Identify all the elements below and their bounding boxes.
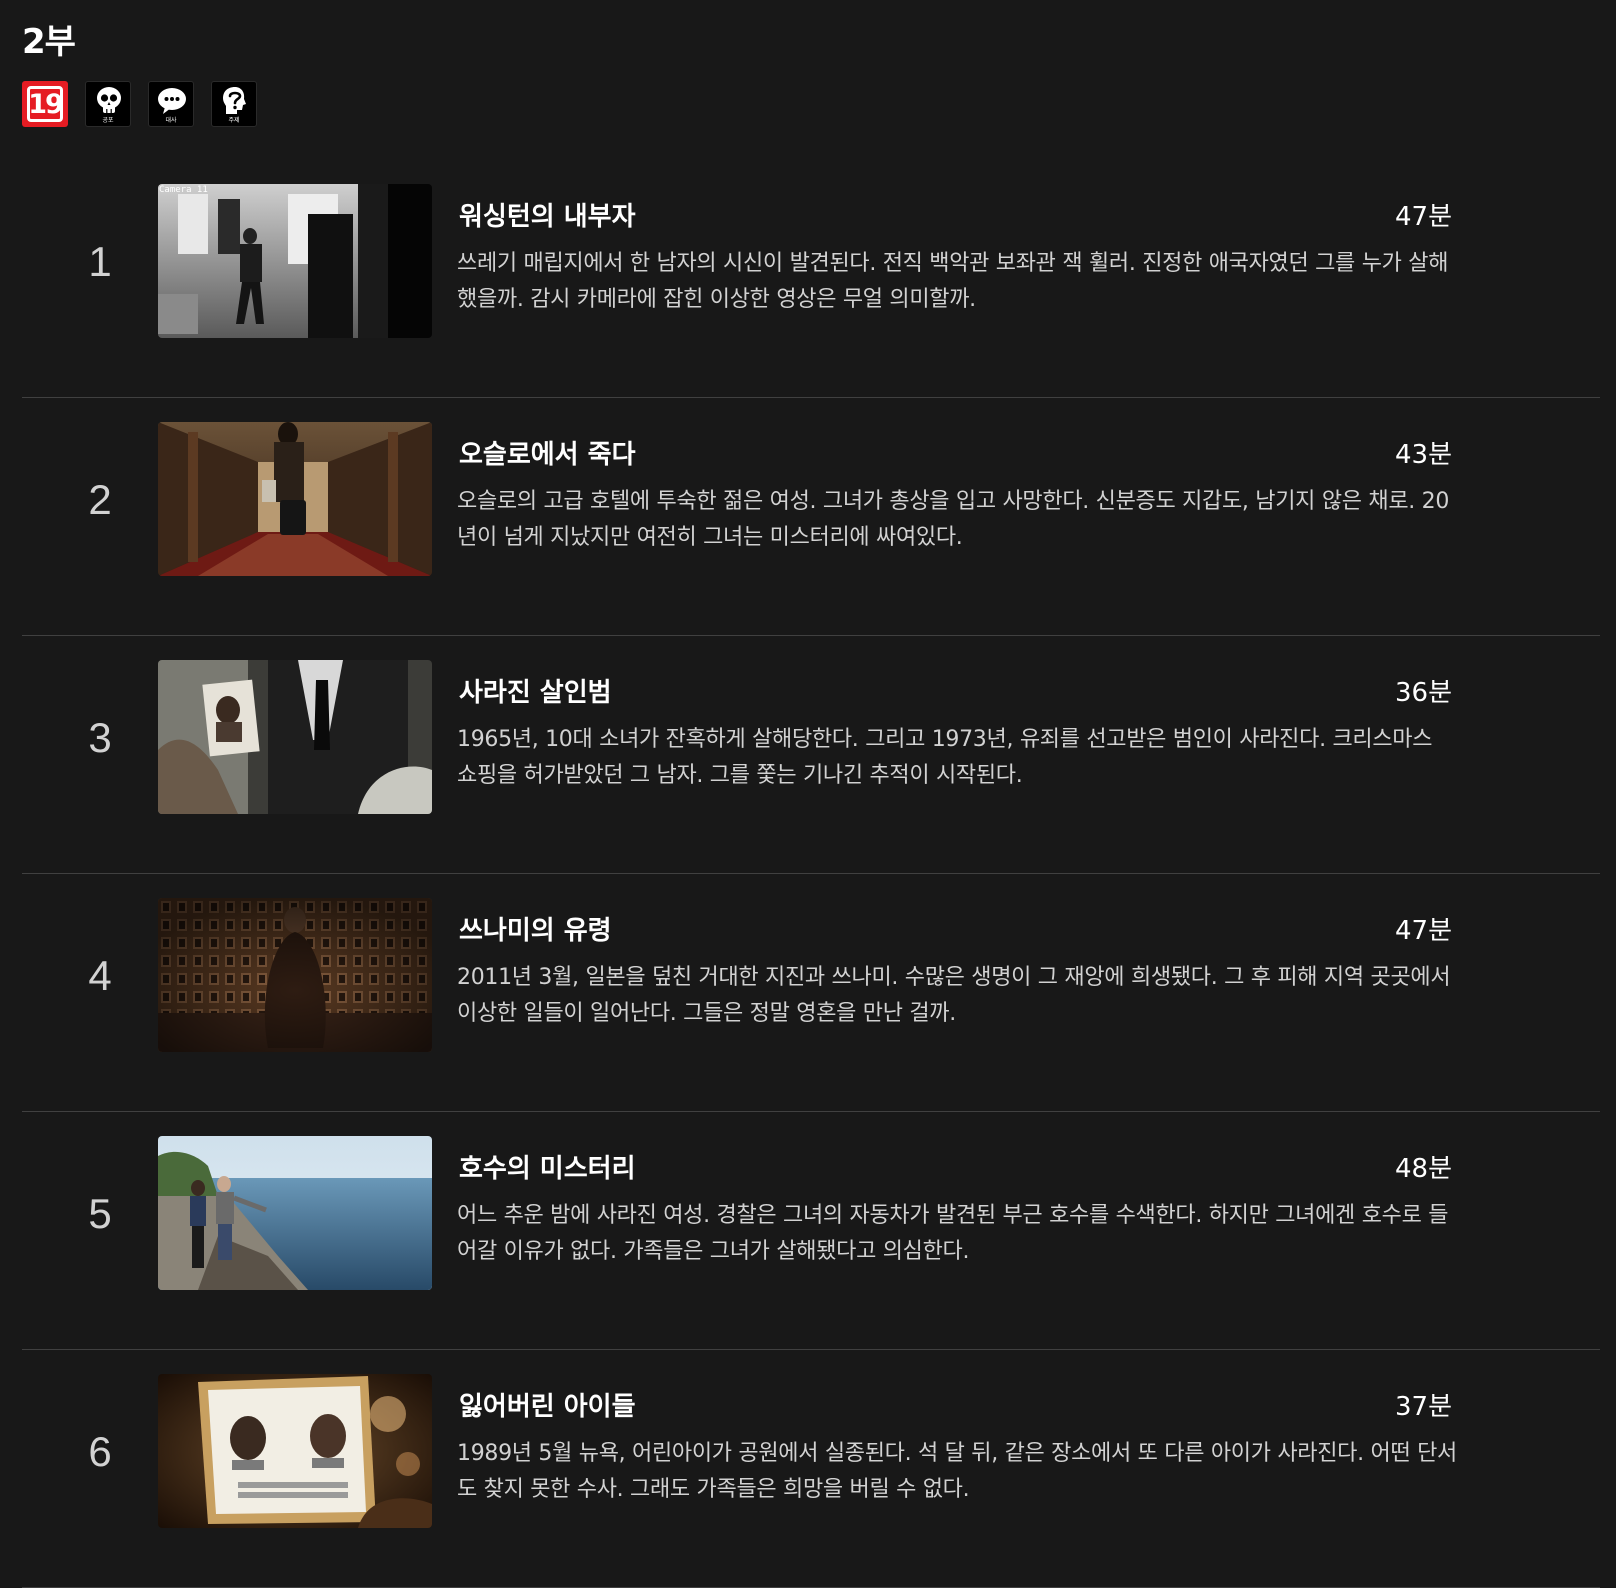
episode-thumbnail[interactable]: Camera 11 xyxy=(158,184,432,338)
episode-item[interactable]: 3 사라진 살인범 36분 1965년, 10대 소녀가 잔혹하게 살해당한다.… xyxy=(22,636,1600,874)
episode-item[interactable]: 6 잃어버린 아이들 37분 1989년 5월 뉴욕, 어린아이가 공원에서 실… xyxy=(22,1350,1600,1588)
maturity-badges: 19 공포 대사 주제 xyxy=(22,81,257,127)
episode-list: 1 Camera 11 워싱턴의 내부자 47분 쓰레기 매립지에서 한 남자의… xyxy=(22,160,1600,1588)
horror-caption: 공포 xyxy=(102,117,114,124)
question-head-icon xyxy=(223,87,246,114)
camera-overlay-label: Camera 11 xyxy=(159,185,208,195)
episode-duration: 47분 xyxy=(1394,916,1452,946)
episode-thumbnail[interactable] xyxy=(158,898,432,1052)
episode-synopsis: 1989년 5월 뉴욕, 어린아이가 공원에서 실종된다. 석 달 뒤, 같은 … xyxy=(457,1441,1457,1502)
speech-bubble-icon xyxy=(158,88,186,114)
episode-number: 2 xyxy=(88,476,112,523)
episode-duration: 48분 xyxy=(1394,1154,1452,1184)
episode-synopsis: 어느 추운 밤에 사라진 여성. 경찰은 그녀의 자동차가 발견된 부근 호수를… xyxy=(457,1203,1449,1264)
episode-title: 호수의 미스터리 xyxy=(459,1154,636,1184)
episode-title: 사라진 살인범 xyxy=(459,678,612,708)
episode-number: 3 xyxy=(88,714,112,761)
episode-item[interactable]: 2 오슬로에서 죽다 43분 오슬로의 고급 호텔에 투숙한 젊은 여성. 그녀… xyxy=(22,398,1600,636)
episode-number: 4 xyxy=(88,952,112,999)
episode-synopsis: 2011년 3월, 일본을 덮친 거대한 지진과 쓰나미. 수많은 생명이 그 … xyxy=(457,965,1451,1026)
episode-thumbnail[interactable] xyxy=(158,1136,432,1290)
episode-duration: 43분 xyxy=(1394,440,1452,470)
dialogue-caption: 대사 xyxy=(165,117,177,124)
episode-number: 5 xyxy=(88,1190,112,1237)
dialogue-content-badge: 대사 xyxy=(148,81,194,127)
episode-number: 1 xyxy=(88,238,112,285)
episode-synopsis: 1965년, 10대 소녀가 잔혹하게 살해당한다. 그리고 1973년, 유죄… xyxy=(457,727,1433,788)
episode-title: 오슬로에서 죽다 xyxy=(459,440,636,470)
episode-item[interactable]: 4 쓰나미의 유령 47분 2011년 3월, 일본을 덮친 거대한 지진과 쓰… xyxy=(22,874,1600,1112)
episode-synopsis: 쓰레기 매립지에서 한 남자의 시신이 발견된다. 전직 백악관 보좌관 잭 휠… xyxy=(457,251,1449,312)
skull-icon xyxy=(97,87,121,113)
episode-title: 쓰나미의 유령 xyxy=(459,916,612,946)
age-rating-badge: 19 xyxy=(22,81,68,127)
episode-number: 6 xyxy=(88,1428,112,1475)
episode-title: 잃어버린 아이들 xyxy=(459,1392,636,1422)
age-rating-label: 19 xyxy=(27,86,64,122)
episode-title: 워싱턴의 내부자 xyxy=(459,202,636,232)
episode-item[interactable]: 5 호수의 미스터리 48분 어느 추운 밤에 사라진 여성. 경찰은 그녀의 … xyxy=(22,1112,1600,1350)
episode-duration: 37분 xyxy=(1394,1392,1452,1422)
episode-thumbnail[interactable] xyxy=(158,660,432,814)
episode-thumbnail[interactable] xyxy=(158,422,432,576)
theme-caption: 주제 xyxy=(228,117,240,124)
episode-duration: 36분 xyxy=(1394,678,1452,708)
horror-content-badge: 공포 xyxy=(85,81,131,127)
episode-duration: 47분 xyxy=(1394,202,1452,232)
episode-thumbnail[interactable] xyxy=(158,1374,432,1528)
episode-item[interactable]: 1 Camera 11 워싱턴의 내부자 47분 쓰레기 매립지에서 한 남자의… xyxy=(22,160,1600,398)
episode-synopsis: 오슬로의 고급 호텔에 투숙한 젊은 여성. 그녀가 총상을 입고 사망한다. … xyxy=(457,489,1450,550)
season-title: 2부 xyxy=(22,22,76,62)
theme-content-badge: 주제 xyxy=(211,81,257,127)
